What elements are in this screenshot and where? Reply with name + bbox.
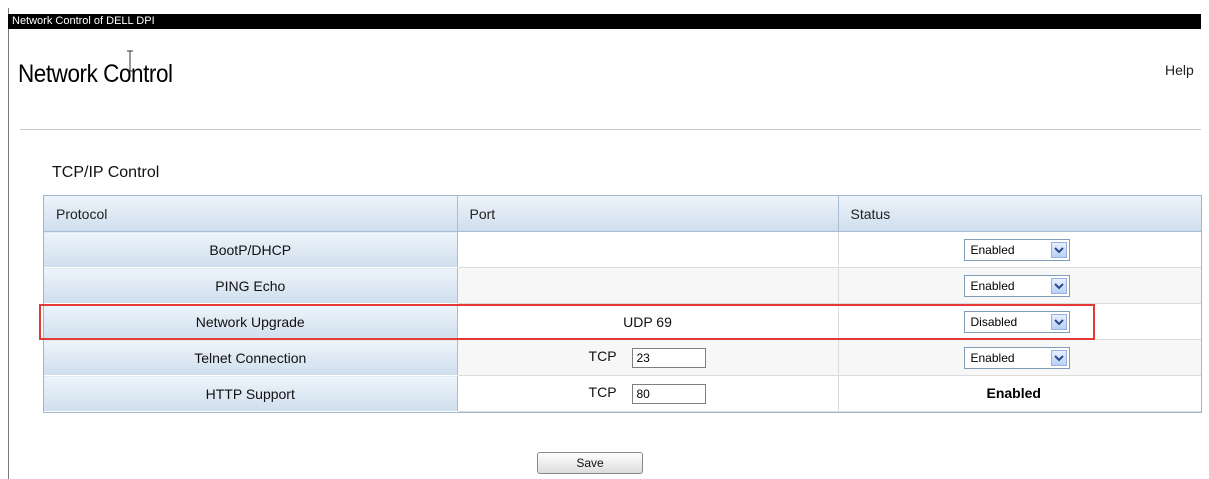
help-link[interactable]: Help	[1165, 62, 1194, 78]
status-select-telnet[interactable]: Enabled	[963, 346, 1070, 369]
tcp-ip-table: Protocol Port Status BootP/DHCP Enabled	[43, 195, 1202, 413]
table-row: Telnet Connection TCP Enabled	[44, 339, 1201, 376]
protocol-cell: Network Upgrade	[44, 303, 458, 340]
status-select-value: Disabled	[970, 314, 1018, 329]
header-divider	[20, 129, 1201, 130]
status-cell: Enabled	[838, 267, 1201, 304]
table-row: PING Echo Enabled	[44, 267, 1201, 304]
column-header-port: Port	[457, 196, 839, 232]
text-cursor-icon	[127, 50, 133, 72]
port-cell	[457, 267, 839, 304]
table-row: Network Upgrade UDP 69 Disabled	[44, 303, 1201, 340]
status-cell: Enabled	[838, 231, 1201, 268]
http-port-input[interactable]	[632, 383, 707, 404]
port-cell: TCP	[457, 339, 839, 376]
save-button[interactable]: Save	[537, 452, 643, 474]
table-row: HTTP Support TCP Enabled	[44, 375, 1201, 412]
status-cell: Disabled	[838, 303, 1201, 340]
http-status-text: Enabled	[986, 384, 1041, 401]
status-cell: Enabled	[838, 339, 1201, 376]
port-protocol-label: TCP	[588, 383, 617, 400]
telnet-port-input[interactable]	[632, 347, 707, 368]
status-select-bootp-dhcp[interactable]: Enabled	[963, 238, 1070, 261]
protocol-cell: HTTP Support	[44, 375, 458, 412]
port-protocol-label: TCP	[588, 347, 617, 364]
column-header-protocol: Protocol	[44, 196, 458, 232]
chevron-down-icon[interactable]	[1050, 313, 1067, 330]
status-select-value: Enabled	[970, 278, 1015, 293]
status-cell: Enabled	[838, 375, 1201, 412]
status-select-network-upgrade[interactable]: Disabled	[963, 310, 1070, 333]
table-row: BootP/DHCP Enabled	[44, 231, 1201, 268]
status-select-value: Enabled	[970, 350, 1015, 365]
column-header-status: Status	[838, 196, 1201, 232]
chevron-down-icon[interactable]	[1050, 241, 1067, 258]
status-select-ping-echo[interactable]: Enabled	[963, 274, 1070, 297]
protocol-cell: Telnet Connection	[44, 339, 458, 376]
port-cell	[457, 231, 839, 268]
status-select-value: Enabled	[970, 242, 1015, 257]
protocol-cell: BootP/DHCP	[44, 231, 458, 268]
page-title: Network Control	[18, 60, 173, 88]
table-header-row: Protocol Port Status	[44, 196, 1201, 232]
chevron-down-icon[interactable]	[1050, 277, 1067, 294]
chevron-down-icon[interactable]	[1050, 349, 1067, 366]
protocol-cell: PING Echo	[44, 267, 458, 304]
section-title: TCP/IP Control	[52, 164, 160, 181]
window-title-bar: Network Control of DELL DPI	[8, 14, 1201, 29]
port-cell: TCP	[457, 375, 839, 412]
window-title: Network Control of DELL DPI	[12, 15, 155, 27]
port-cell: UDP 69	[457, 303, 839, 340]
